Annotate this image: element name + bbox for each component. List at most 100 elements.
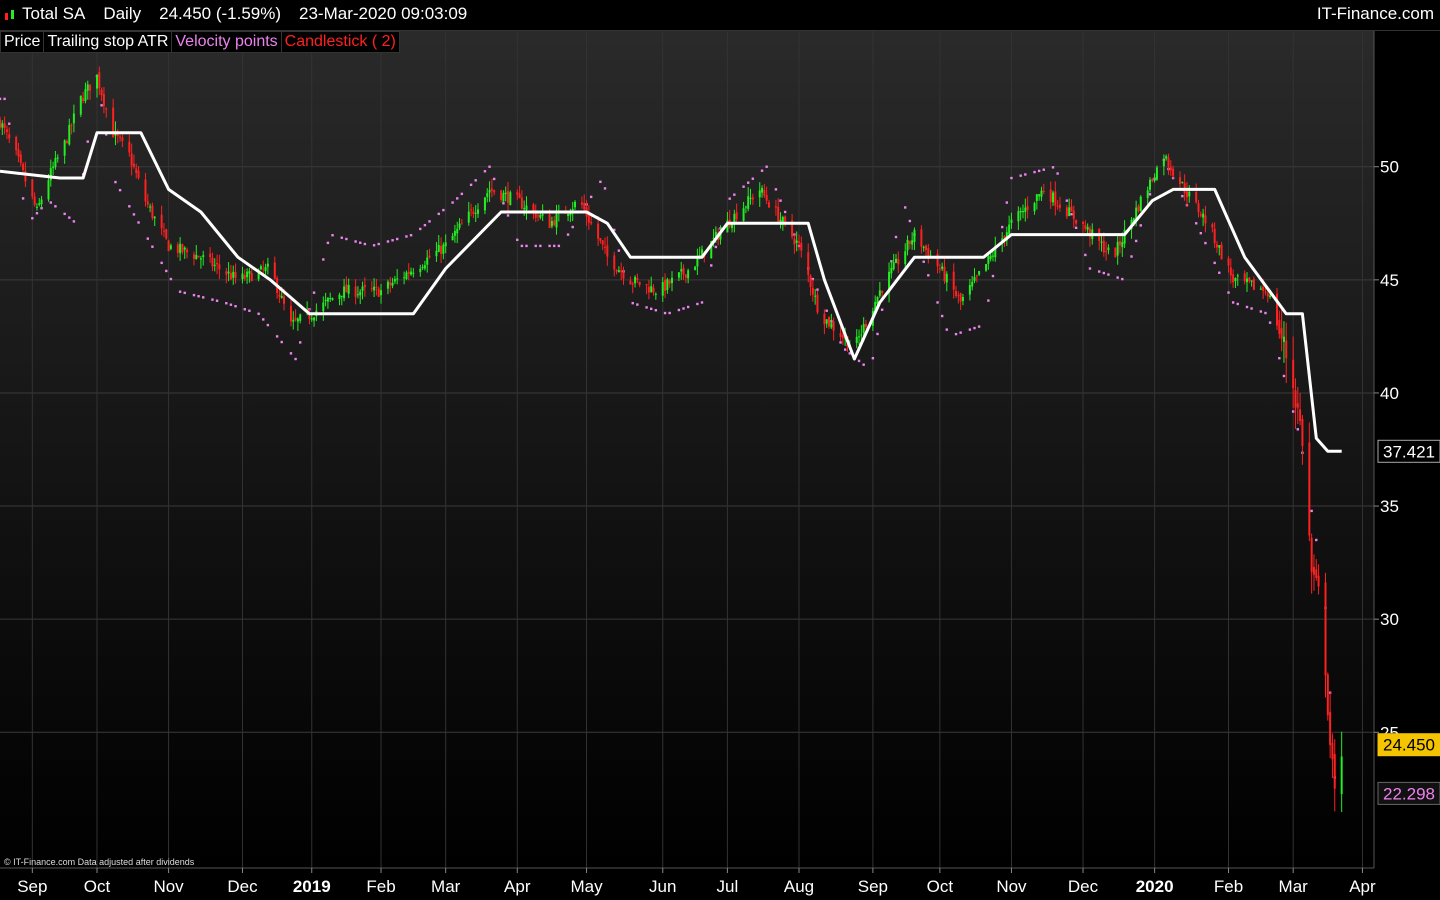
candle-up-body	[202, 255, 205, 257]
candle-down-body	[65, 140, 68, 143]
price-chart[interactable]: 253035404550 Sep Oct Nov Dec 2019 Feb Mar Apr Ma…	[0, 0, 1440, 900]
candle-up-body	[971, 281, 974, 287]
velocity-point	[1065, 199, 1069, 202]
candle-down-body	[82, 98, 85, 101]
velocity-point	[733, 193, 736, 196]
velocity-point	[1098, 270, 1101, 273]
candle-down-body	[135, 168, 138, 174]
candle-down-body	[211, 257, 214, 267]
candle-down-body	[647, 286, 650, 293]
candle-down-body	[493, 190, 496, 193]
candle-down-body	[89, 84, 92, 91]
velocity-point	[1282, 374, 1286, 378]
candle-up-body	[1153, 179, 1156, 181]
candle-down-body	[590, 222, 593, 224]
candle-down-body	[601, 240, 604, 245]
legend-price[interactable]: Price	[0, 31, 45, 53]
candle-up-body	[1021, 210, 1024, 213]
candle-down-body	[1084, 225, 1087, 229]
candle-up-body	[423, 265, 426, 269]
candle-down-body	[615, 269, 618, 272]
velocity-point	[225, 302, 228, 305]
candle-down-body	[1215, 244, 1218, 248]
velocity-point	[954, 332, 958, 336]
x-tick-label: Apr	[1349, 877, 1376, 896]
velocity-point	[372, 244, 376, 247]
candle-up-body	[694, 266, 697, 271]
candle-down-body	[1179, 177, 1182, 184]
candle-up-body	[169, 245, 172, 249]
velocity-point	[266, 323, 270, 327]
candle-up-body	[313, 317, 316, 321]
candle-up-body	[550, 221, 553, 227]
candle-down-body	[1220, 244, 1223, 260]
candle-up-body	[973, 277, 976, 281]
velocity-point	[395, 237, 399, 241]
candle-down-body	[1229, 267, 1232, 276]
candle-down-body	[864, 323, 867, 327]
candle-up-body	[380, 290, 383, 296]
velocity-point	[682, 307, 685, 310]
velocity-point	[1250, 307, 1253, 310]
candle-down-body	[532, 204, 535, 211]
x-tick-label: Dec	[227, 877, 258, 896]
candle-up-body	[906, 239, 909, 251]
candle-up-body	[634, 276, 637, 284]
last-price-tag-text: 24.450	[1383, 736, 1435, 755]
candle-down-body	[832, 321, 835, 331]
candle-down-body	[777, 206, 780, 222]
candle-up-body	[47, 180, 50, 200]
candle-down-body	[1227, 258, 1230, 266]
velocity-point	[3, 97, 6, 101]
candle-down-body	[800, 242, 803, 251]
candle-up-body	[989, 255, 992, 259]
candle-up-body	[483, 197, 486, 211]
candle-down-body	[250, 272, 253, 282]
velocity-point	[991, 274, 995, 278]
velocity-point	[617, 249, 621, 252]
candle-down-body	[0, 119, 1, 128]
velocity-point	[765, 165, 768, 168]
candle-up-body	[1250, 280, 1253, 282]
velocity-point	[234, 305, 237, 308]
candle-down-body	[631, 283, 634, 285]
candle-down-body	[1075, 219, 1078, 224]
candle-down-body	[100, 89, 103, 96]
velocity-point	[8, 122, 11, 125]
legend-trailing-stop[interactable]: Trailing stop ATR	[43, 31, 173, 53]
candle-up-body	[248, 271, 251, 274]
candle-up-body	[830, 323, 833, 328]
candle-up-body	[412, 272, 415, 274]
candle-down-body	[1232, 274, 1235, 283]
candle-down-body	[192, 254, 195, 259]
candle-up-body	[761, 187, 764, 193]
candle-up-body	[426, 257, 429, 265]
candle-down-body	[936, 253, 939, 267]
candle-down-body	[165, 229, 168, 239]
velocity-point	[488, 165, 491, 168]
velocity-point	[1148, 193, 1152, 196]
candle-down-body	[784, 216, 787, 222]
candle-down-body	[925, 245, 928, 251]
velocity-point	[460, 192, 464, 196]
legend-candlestick[interactable]: Candlestick ( 2)	[280, 31, 400, 53]
candle-up-body	[477, 209, 480, 214]
candle-down-body	[1266, 293, 1269, 297]
candle-down-body	[1204, 215, 1207, 224]
candle-down-body	[763, 189, 766, 196]
velocity-point	[215, 299, 219, 302]
velocity-point	[1264, 311, 1267, 315]
candle-up-body	[1086, 226, 1089, 230]
x-tick-label: Jul	[717, 877, 739, 896]
velocity-point	[1005, 201, 1009, 204]
candle-down-body	[121, 137, 124, 141]
candle-up-body	[456, 228, 459, 234]
candle-down-body	[470, 209, 473, 211]
candle-down-body	[1301, 418, 1304, 447]
legend-velocity-points[interactable]: Velocity points	[171, 31, 282, 53]
candle-down-body	[375, 286, 378, 288]
velocity-point	[1033, 170, 1036, 174]
candle-up-body	[72, 113, 75, 124]
velocity-point	[816, 288, 819, 291]
candle-up-body	[179, 243, 182, 254]
